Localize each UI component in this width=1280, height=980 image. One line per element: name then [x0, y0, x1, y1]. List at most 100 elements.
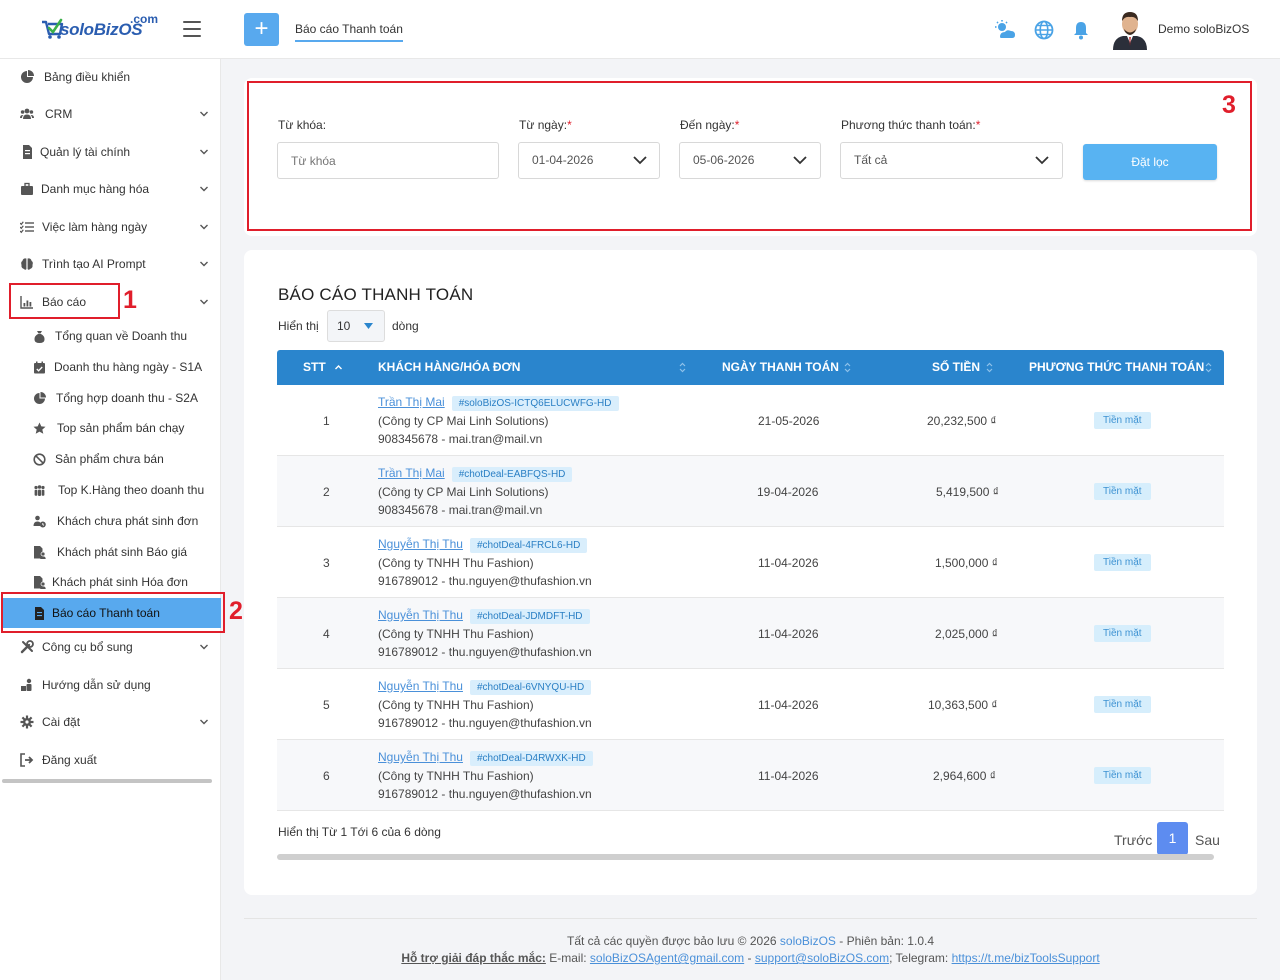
menu-toggle-icon[interactable]: [183, 21, 201, 37]
row-stt: 2: [323, 485, 330, 499]
avatar[interactable]: [1111, 8, 1149, 50]
sidebar-item-user-guide[interactable]: Hướng dẫn sử dụng: [0, 668, 221, 702]
tools-icon: [20, 640, 34, 654]
sidebar-subitem-unsold-products[interactable]: Sản phẩm chưa bán: [0, 444, 221, 474]
add-button[interactable]: +: [244, 13, 279, 46]
sidebar-subitem-customers-no-order[interactable]: Khách chưa phát sinh đơn: [0, 506, 221, 536]
rows-label: dòng: [392, 319, 419, 333]
sidebar-subitem-quote-customers[interactable]: Khách phát sinh Báo giá: [0, 537, 221, 567]
invoice-tag[interactable]: #chotDeal-6VNYQU-HD: [469, 680, 592, 695]
logo[interactable]: soloBizOS .com: [38, 10, 166, 44]
sidebar: Bảng điều khiển CRM Quản lý tài chính Da…: [0, 59, 221, 980]
row-customer-line: Nguyễn Thị Thu #chotDeal-JDMDFT-HD: [378, 608, 590, 624]
page-size-select[interactable]: 10: [327, 310, 385, 342]
sidebar-item-catalog[interactable]: Danh mục hàng hóa: [0, 172, 221, 206]
sidebar-subitem-revenue-overview[interactable]: Tổng quan về Doanh thu: [0, 321, 221, 351]
footer-brand[interactable]: soloBizOS: [780, 934, 836, 948]
sidebar-item-settings[interactable]: Cài đặt: [0, 705, 221, 739]
row-contact: 908345678 - mai.tran@mail.vn: [378, 503, 543, 517]
table-row: 6 Nguyễn Thị Thu #chotDeal-D4RWXK-HD (Côn…: [277, 740, 1224, 811]
users-icon: [20, 108, 34, 119]
sidebar-item-ai-prompt[interactable]: Trình tạo AI Prompt: [0, 247, 221, 281]
row-amount: 1,500,000 ₫: [935, 556, 998, 570]
invoice-tag[interactable]: #chotDeal-4FRCL6-HD: [469, 538, 588, 553]
tab-payment-report[interactable]: Báo cáo Thanh toán: [295, 22, 403, 42]
sidebar-scrollbar[interactable]: [2, 779, 212, 783]
ban-icon: [33, 452, 46, 466]
sidebar-item-tools[interactable]: Công cụ bổ sung: [0, 630, 221, 664]
column-stt[interactable]: STT: [303, 360, 326, 374]
sort-icon[interactable]: [844, 362, 851, 373]
sidebar-subitem-label: Top K.Hàng theo doanh thu: [58, 483, 205, 497]
invoice-tag[interactable]: #chotDeal-JDMDFT-HD: [469, 609, 590, 624]
invoice-tag[interactable]: #chotDeal-D4RWXK-HD: [469, 751, 593, 766]
sidebar-item-dashboard[interactable]: Bảng điều khiển: [0, 60, 221, 94]
logo-suffix: .com: [130, 12, 159, 26]
sidebar-subitem-daily-revenue[interactable]: Doanh thu hàng ngày - S1A: [0, 352, 221, 382]
sidebar-item-label: Cài đặt: [42, 715, 81, 729]
chevron-down-icon: [200, 261, 208, 267]
chevron-down-icon: [200, 111, 208, 117]
sidebar-item-logout[interactable]: Đăng xuất: [0, 743, 221, 777]
column-payment-date[interactable]: NGÀY THANH TOÁN: [722, 360, 839, 374]
sidebar-item-label: Đăng xuất: [42, 753, 97, 767]
weather-icon[interactable]: [994, 19, 1016, 41]
telegram-link[interactable]: https://t.me/bizToolsSupport: [952, 951, 1100, 965]
globe-icon[interactable]: [1033, 19, 1055, 41]
sidebar-subitem-label: Doanh thu hàng ngày - S1A: [54, 360, 203, 374]
payment-method-badge: Tiền mặt: [1094, 483, 1151, 500]
support-label: Hỗ trợ giải đáp thắc mắc:: [401, 951, 546, 965]
sort-icon[interactable]: [986, 362, 993, 373]
row-company: (Công ty CP Mai Linh Solutions): [378, 414, 549, 428]
sidebar-subitem-revenue-summary[interactable]: Tổng hợp doanh thu - S2A: [0, 383, 221, 413]
invoice-tag[interactable]: #chotDeal-EABFQS-HD: [451, 467, 573, 482]
row-stt: 5: [323, 698, 330, 712]
report-title: BÁO CÁO THANH TOÁN: [278, 285, 474, 304]
sidebar-subitem-label: Top sản phẩm bán chạy: [57, 421, 185, 435]
customer-link[interactable]: Nguyễn Thị Thu: [378, 608, 463, 622]
chevron-down-icon: [200, 719, 208, 725]
sort-icon[interactable]: [1205, 362, 1212, 373]
row-customer-line: Nguyễn Thị Thu #chotDeal-D4RWXK-HD: [378, 750, 593, 766]
customer-link[interactable]: Trần Thị Mai: [378, 395, 445, 409]
row-date: 19-04-2026: [757, 485, 819, 499]
invoice-tag[interactable]: #soloBizOS-ICTQ6ELUCWFG-HD: [451, 396, 619, 411]
caret-down-icon: [364, 323, 373, 329]
sort-asc-icon[interactable]: [335, 362, 342, 373]
support-email-2[interactable]: support@soloBizOS.com: [755, 951, 889, 965]
pagination-page-1[interactable]: 1: [1157, 822, 1188, 855]
chevron-down-icon: [200, 644, 208, 650]
sidebar-item-daily-tasks[interactable]: Việc làm hàng ngày: [0, 210, 221, 244]
customer-link[interactable]: Trần Thị Mai: [378, 466, 445, 480]
sidebar-subitem-top-products[interactable]: Top sản phẩm bán chạy: [0, 413, 221, 443]
annotation-box-filter: [247, 81, 1252, 231]
row-company: (Công ty TNHH Thu Fashion): [378, 769, 534, 783]
row-date: 11-04-2026: [758, 627, 819, 641]
column-amount[interactable]: SỐ TIỀN: [932, 360, 980, 374]
bell-icon[interactable]: [1070, 19, 1092, 41]
logout-icon: [20, 753, 34, 767]
support-email-1[interactable]: soloBizOSAgent@gmail.com: [590, 951, 744, 965]
user-name[interactable]: Demo soloBizOS: [1158, 22, 1249, 36]
customer-link[interactable]: Nguyễn Thị Thu: [378, 537, 463, 551]
annotation-number-3: 3: [1222, 91, 1236, 119]
sort-icon[interactable]: [679, 362, 686, 373]
sidebar-subitem-top-customers[interactable]: Top K.Hàng theo doanh thu: [0, 475, 221, 505]
table-row: 1 Trần Thị Mai #soloBizOS-ICTQ6ELUCWFG-HD…: [277, 385, 1224, 456]
sidebar-item-label: Trình tạo AI Prompt: [42, 257, 146, 271]
sidebar-item-crm[interactable]: CRM: [0, 97, 221, 131]
pagination-prev[interactable]: Trước: [1114, 832, 1152, 848]
column-customer-invoice[interactable]: KHÁCH HÀNG/HÓA ĐƠN: [378, 360, 520, 374]
payment-method-badge: Tiền mặt: [1094, 554, 1151, 571]
pagination-next[interactable]: Sau: [1195, 832, 1220, 848]
sidebar-item-finance[interactable]: Quản lý tài chính: [0, 135, 221, 169]
customer-link[interactable]: Nguyễn Thị Thu: [378, 679, 463, 693]
chevron-down-icon: [200, 224, 208, 230]
row-contact: 916789012 - thu.nguyen@thufashion.vn: [378, 645, 592, 659]
table-scrollbar[interactable]: [277, 854, 1214, 860]
row-contact: 916789012 - thu.nguyen@thufashion.vn: [378, 787, 592, 801]
column-payment-method[interactable]: PHƯƠNG THỨC THANH TOÁN: [1029, 360, 1204, 374]
customer-link[interactable]: Nguyễn Thị Thu: [378, 750, 463, 764]
row-date: 11-04-2026: [758, 769, 819, 783]
payment-method-badge: Tiền mặt: [1094, 625, 1151, 642]
